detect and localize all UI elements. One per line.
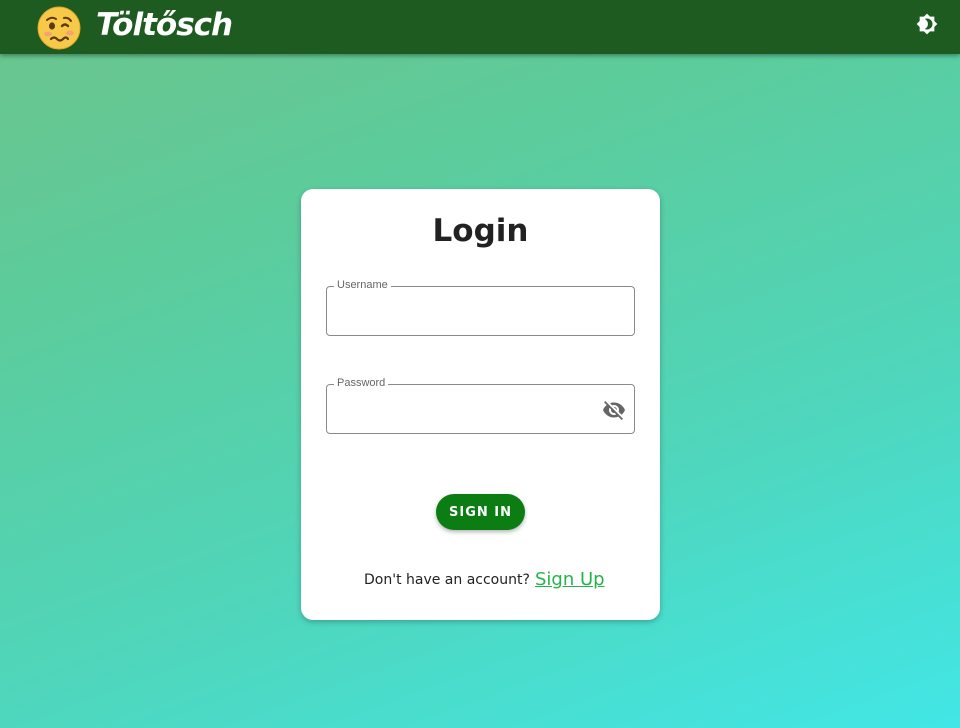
login-card: Login Username Password SIGN IN Don't ha… <box>301 189 660 620</box>
app-bar: Töltősch <box>0 0 960 54</box>
toggle-password-visibility-button[interactable] <box>602 398 626 422</box>
username-field[interactable]: Username <box>326 279 635 336</box>
brightness-icon <box>916 13 938 40</box>
sign-in-button[interactable]: SIGN IN <box>436 494 525 530</box>
sign-up-link[interactable]: Sign Up <box>535 569 605 590</box>
app-brand-title: Töltősch <box>96 7 233 43</box>
username-input[interactable] <box>327 287 634 335</box>
signup-prompt: Don't have an account? <box>364 572 530 588</box>
eye-off-icon <box>602 401 626 426</box>
password-field[interactable]: Password <box>326 377 635 434</box>
password-input[interactable] <box>327 385 634 433</box>
theme-toggle-button[interactable] <box>913 12 941 40</box>
login-title: Login <box>432 213 529 249</box>
woozy-face-icon <box>37 6 81 50</box>
